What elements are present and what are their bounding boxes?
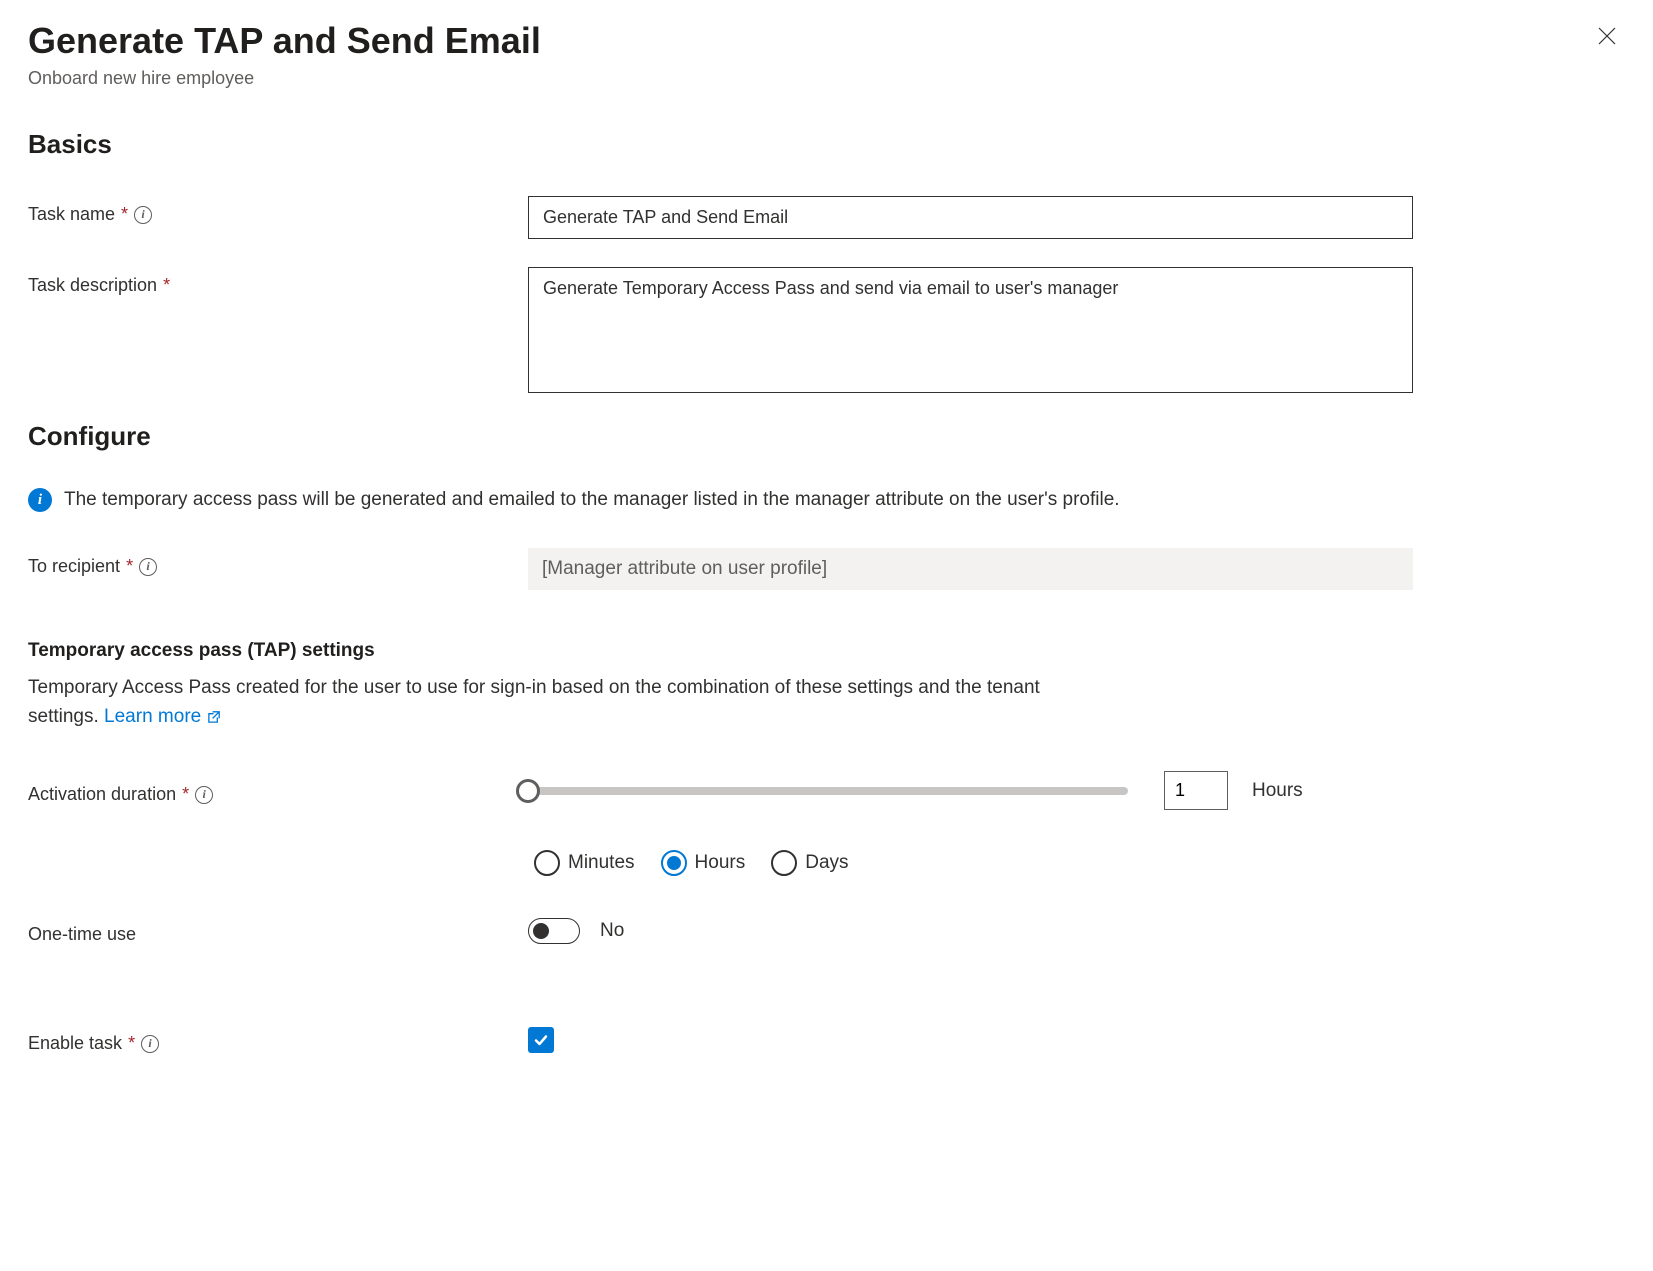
required-asterisk: * xyxy=(128,1033,135,1054)
radio-hours-label: Hours xyxy=(695,852,746,874)
radio-circle-icon xyxy=(534,850,560,876)
to-recipient-label: To recipient * i xyxy=(28,548,528,577)
toggle-knob xyxy=(533,923,549,939)
external-link-icon xyxy=(207,709,222,724)
learn-more-label: Learn more xyxy=(104,703,201,732)
one-time-use-toggle[interactable] xyxy=(528,918,580,944)
radio-circle-icon xyxy=(771,850,797,876)
required-asterisk: * xyxy=(182,784,189,805)
info-icon[interactable]: i xyxy=(139,558,157,576)
radio-minutes-label: Minutes xyxy=(568,852,635,874)
checkmark-icon xyxy=(533,1032,549,1048)
one-time-use-label-text: One-time use xyxy=(28,924,136,945)
radio-minutes[interactable]: Minutes xyxy=(534,850,635,876)
info-banner-icon: i xyxy=(28,488,52,512)
task-name-input[interactable] xyxy=(528,196,1413,239)
close-button[interactable] xyxy=(1589,20,1625,54)
tap-settings-description: Temporary Access Pass created for the us… xyxy=(28,674,1078,731)
page-subtitle: Onboard new hire employee xyxy=(28,68,1625,89)
radio-inner-dot xyxy=(667,856,681,870)
enable-task-label: Enable task * i xyxy=(28,1025,528,1054)
task-description-label: Task description * xyxy=(28,267,528,296)
page-title: Generate TAP and Send Email xyxy=(28,20,541,62)
to-recipient-field: [Manager attribute on user profile] xyxy=(528,548,1413,590)
info-icon[interactable]: i xyxy=(195,786,213,804)
task-description-input[interactable]: Generate Temporary Access Pass and send … xyxy=(528,267,1413,393)
enable-task-checkbox[interactable] xyxy=(528,1027,554,1053)
activation-duration-input[interactable] xyxy=(1164,771,1228,810)
radio-circle-selected-icon xyxy=(661,850,687,876)
required-asterisk: * xyxy=(163,275,170,296)
radio-days[interactable]: Days xyxy=(771,850,848,876)
task-name-label: Task name * i xyxy=(28,196,528,225)
basics-heading: Basics xyxy=(28,129,1625,160)
task-description-label-text: Task description xyxy=(28,275,157,296)
one-time-use-value: No xyxy=(600,920,624,942)
tap-settings-title: Temporary access pass (TAP) settings xyxy=(28,640,1625,662)
activation-duration-label: Activation duration * i xyxy=(28,776,528,805)
configure-heading: Configure xyxy=(28,421,1625,452)
to-recipient-label-text: To recipient xyxy=(28,556,120,577)
slider-thumb[interactable] xyxy=(516,779,540,803)
required-asterisk: * xyxy=(121,204,128,225)
radio-hours[interactable]: Hours xyxy=(661,850,746,876)
enable-task-label-text: Enable task xyxy=(28,1033,122,1054)
required-asterisk: * xyxy=(126,556,133,577)
radio-days-label: Days xyxy=(805,852,848,874)
activation-duration-slider[interactable] xyxy=(528,787,1128,795)
info-icon[interactable]: i xyxy=(141,1035,159,1053)
duration-unit-radio-group: Minutes Hours Days xyxy=(528,850,1625,876)
one-time-use-label: One-time use xyxy=(28,916,528,945)
close-icon xyxy=(1597,26,1617,46)
task-name-label-text: Task name xyxy=(28,204,115,225)
info-banner-text: The temporary access pass will be genera… xyxy=(64,489,1120,511)
activation-duration-unit: Hours xyxy=(1252,780,1303,802)
info-banner: i The temporary access pass will be gene… xyxy=(28,488,1625,512)
learn-more-link[interactable]: Learn more xyxy=(104,703,222,732)
activation-duration-label-text: Activation duration xyxy=(28,784,176,805)
info-icon[interactable]: i xyxy=(134,206,152,224)
